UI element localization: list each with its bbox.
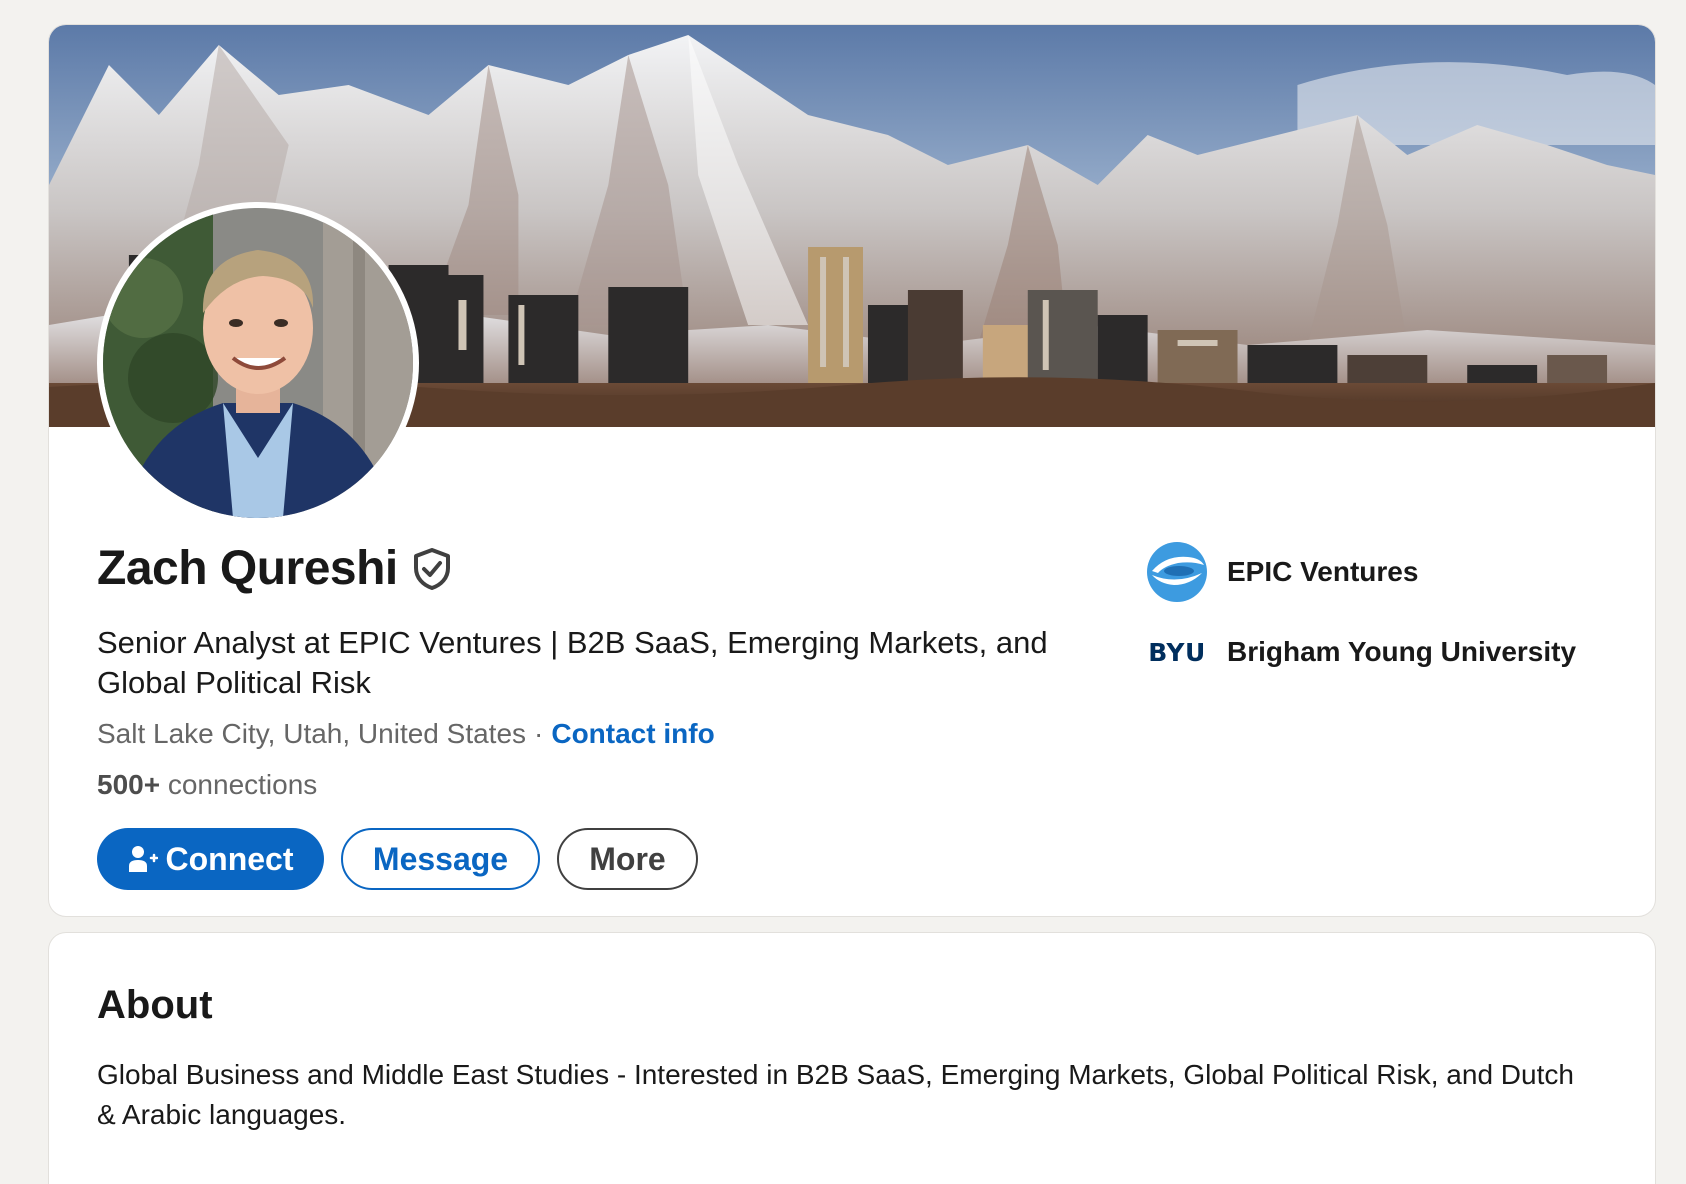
- add-person-icon: [128, 846, 158, 872]
- profile-photo[interactable]: [97, 202, 419, 524]
- shield-check-icon[interactable]: [412, 547, 452, 591]
- connect-button[interactable]: Connect: [97, 828, 324, 890]
- message-button[interactable]: Message: [341, 828, 540, 890]
- profile-organizations: EPIC Ventures BYU Brigham Young Universi…: [1145, 540, 1576, 684]
- org-name: EPIC Ventures: [1227, 556, 1419, 587]
- name-row: Zach Qureshi: [97, 541, 452, 596]
- contact-info-link[interactable]: Contact info: [551, 718, 714, 749]
- avatar: [103, 208, 413, 518]
- profile-page: Zach Qureshi Senior Analyst at EPIC Vent…: [0, 0, 1686, 1184]
- byu-logo: BYU: [1145, 620, 1209, 684]
- profile-top-card: Zach Qureshi Senior Analyst at EPIC Vent…: [48, 24, 1656, 917]
- org-epic-ventures[interactable]: EPIC Ventures: [1145, 540, 1576, 604]
- org-name: Brigham Young University: [1227, 636, 1577, 667]
- connections-number: 500+: [97, 769, 161, 800]
- location-row: Salt Lake City, Utah, United States · Cont…: [97, 718, 715, 750]
- about-text: Global Business and Middle East Studies …: [97, 1059, 1574, 1130]
- connections-label: connections: [167, 769, 318, 800]
- profile-actions: Connect Message More: [97, 828, 698, 890]
- about-heading: About: [97, 983, 213, 1027]
- connections-count[interactable]: 500+ connections: [97, 769, 317, 801]
- profile-location: Salt Lake City, Utah, United States: [97, 718, 527, 749]
- more-button[interactable]: More: [557, 828, 698, 890]
- profile-headline: Senior Analyst at EPIC Ventures | B2B Sa…: [97, 625, 1048, 700]
- connect-label: Connect: [165, 840, 294, 877]
- separator-dot: ·: [534, 718, 544, 749]
- epic-ventures-logo: [1145, 540, 1209, 604]
- byu-logo-text: BYU: [1148, 637, 1206, 667]
- about-card: About Global Business and Middle East St…: [48, 932, 1656, 1184]
- org-byu[interactable]: BYU Brigham Young University: [1145, 620, 1576, 684]
- profile-name: Zach Qureshi: [97, 542, 398, 595]
